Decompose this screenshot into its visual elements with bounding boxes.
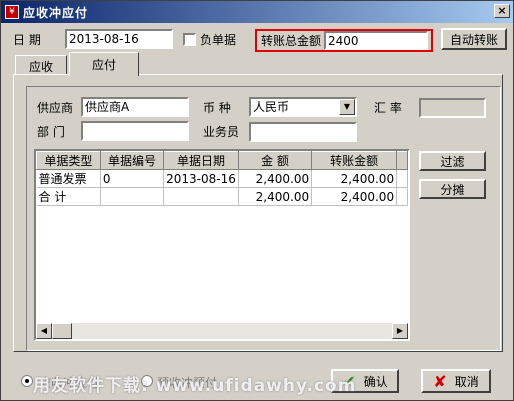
app-icon: ¥ — [5, 5, 19, 19]
scroll-left-icon[interactable]: ◀ — [36, 323, 52, 339]
total-row: 合 计 2,400.00 2,400.00 — [36, 187, 408, 206]
currency-value: 人民币 — [253, 100, 290, 114]
col-header-transfer-amount[interactable]: 转账金额 — [311, 151, 398, 170]
grid-header-row: 单据类型 单据编号 单据日期 金 额 转账金额 — [36, 151, 408, 170]
cell-amount[interactable]: 2,400.00 — [238, 169, 313, 188]
cell-bill-type[interactable]: 普通发票 — [36, 169, 101, 188]
currency-select[interactable]: 人民币 ▼ — [249, 97, 357, 117]
staff-label: 业务员 — [203, 125, 240, 139]
title-bar: ¥ 应收冲应付 × — [1, 1, 513, 23]
negative-checkbox[interactable] — [183, 33, 196, 46]
department-field[interactable] — [81, 121, 189, 141]
currency-label: 币 种 — [203, 101, 231, 115]
window-title: 应收冲应付 — [23, 5, 89, 20]
date-label: 日 期 — [13, 33, 41, 47]
split-button[interactable]: 分摊 — [419, 179, 486, 199]
cancel-button[interactable]: ✘ 取消 — [421, 369, 491, 393]
dialog-window: ¥ 应收冲应付 × 日 期 2013-08-16 负单据 转账总金额 2400 … — [0, 0, 514, 401]
bill-grid[interactable]: 单据类型 单据编号 单据日期 金 额 转账金额 普通发票 0 2013-08-1… — [34, 149, 410, 341]
cell-bill-number[interactable]: 0 — [100, 169, 165, 188]
rate-field — [419, 98, 486, 118]
date-field[interactable]: 2013-08-16 — [65, 29, 173, 49]
confirm-label: 确认 — [363, 374, 388, 389]
chevron-down-icon[interactable]: ▼ — [339, 99, 355, 115]
cross-icon: ✘ — [433, 371, 447, 391]
total-label: 转账总金额 — [261, 34, 322, 48]
supplier-field[interactable]: 供应商A — [81, 97, 189, 117]
col-header-bill-type[interactable]: 单据类型 — [36, 151, 101, 170]
cell-total-number — [100, 187, 165, 206]
col-header-blank — [396, 151, 408, 170]
staff-field[interactable] — [249, 122, 357, 142]
radio-ar-offset-ap[interactable] — [21, 375, 33, 387]
cell-total-label: 合 计 — [36, 187, 101, 206]
cell-bill-date[interactable]: 2013-08-16 — [163, 169, 239, 188]
col-header-bill-number[interactable]: 单据编号 — [99, 151, 165, 170]
horizontal-scrollbar[interactable]: ◀ ▶ — [36, 323, 408, 339]
close-button[interactable]: × — [494, 4, 510, 18]
cell-transfer-amount[interactable]: 2,400.00 — [311, 169, 398, 188]
scroll-thumb[interactable] — [52, 323, 72, 339]
table-row[interactable]: 普通发票 0 2013-08-16 2,400.00 2,400.00 — [36, 169, 408, 188]
cell-total-transfer: 2,400.00 — [311, 187, 398, 206]
tab-payable[interactable]: 应付 — [69, 52, 139, 76]
total-amount-field[interactable]: 2400 — [324, 31, 428, 50]
cell-blank — [396, 169, 408, 188]
cell-total-blank — [396, 187, 408, 206]
cell-total-amount: 2,400.00 — [238, 187, 313, 206]
col-header-amount[interactable]: 金 额 — [237, 151, 313, 170]
filter-button[interactable]: 过滤 — [419, 151, 486, 171]
col-header-bill-date[interactable]: 单据日期 — [163, 151, 239, 170]
department-label: 部 门 — [37, 125, 65, 139]
scroll-right-icon[interactable]: ▶ — [392, 323, 408, 339]
auto-transfer-button[interactable]: 自动转账 — [441, 28, 507, 50]
cell-total-date — [163, 187, 239, 206]
watermark-text: 用友软件下载: www.ufidawhy.com — [33, 376, 357, 396]
rate-label: 汇 率 — [374, 101, 402, 115]
cancel-label: 取消 — [454, 374, 479, 389]
negative-label: 负单据 — [200, 33, 237, 47]
supplier-label: 供应商 — [37, 101, 74, 115]
